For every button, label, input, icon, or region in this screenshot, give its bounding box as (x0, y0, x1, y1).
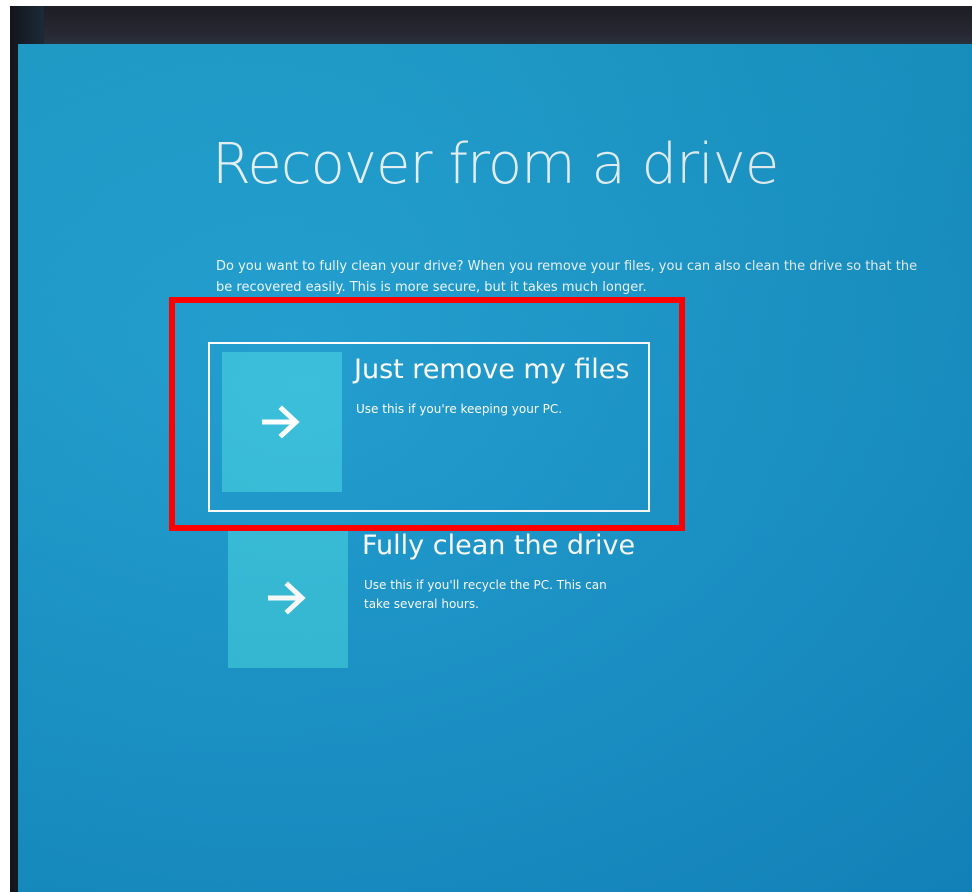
monitor-bezel-top (10, 6, 972, 48)
option-title: Just remove my files (354, 354, 630, 385)
option-title: Fully clean the drive (362, 530, 636, 561)
arrow-tile (222, 352, 342, 492)
arrow-right-icon (268, 581, 306, 615)
photo-frame: Recover from a drive Do you want to full… (0, 0, 972, 892)
arrow-right-icon (262, 405, 300, 439)
recovery-screen: Recover from a drive Do you want to full… (18, 44, 972, 892)
description-line-1: Do you want to fully clean your drive? W… (216, 259, 918, 274)
option-description: Use this if you're keeping your PC. (356, 402, 563, 416)
fully-clean-the-drive-option[interactable]: Fully clean the drive Use this if you'll… (218, 528, 648, 668)
page-title: Recover from a drive (212, 132, 779, 197)
arrow-tile (228, 528, 348, 668)
page-description: Do you want to fully clean your drive? W… (216, 256, 972, 298)
just-remove-my-files-option[interactable]: Just remove my files Use this if you're … (208, 342, 650, 512)
option-description: Use this if you'll recycle the PC. This … (364, 578, 607, 611)
description-line-2: be recovered easily. This is more secure… (216, 280, 647, 295)
